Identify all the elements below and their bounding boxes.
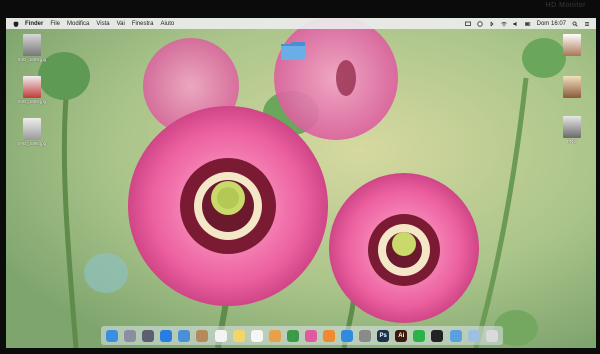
notes-icon[interactable] bbox=[232, 329, 245, 342]
facetime-icon[interactable] bbox=[286, 329, 299, 342]
battery-icon[interactable] bbox=[524, 21, 531, 27]
folder-icon[interactable] bbox=[449, 329, 462, 342]
folder-icon[interactable] bbox=[280, 40, 306, 62]
preferences-icon[interactable] bbox=[359, 329, 372, 342]
menu-app-finder[interactable]: Finder bbox=[25, 21, 43, 27]
image-thumbnail-icon bbox=[23, 118, 41, 140]
wifi-icon[interactable] bbox=[500, 21, 507, 27]
mail-icon[interactable] bbox=[178, 329, 191, 342]
rocket-icon[interactable] bbox=[142, 329, 155, 342]
apple-menu-icon[interactable] bbox=[12, 20, 20, 28]
volume-icon[interactable] bbox=[513, 21, 519, 27]
menu-vai[interactable]: Vai bbox=[117, 21, 125, 27]
desktop-file-label: PNG bbox=[567, 139, 577, 144]
display-icon[interactable] bbox=[464, 21, 471, 27]
launchpad-icon[interactable] bbox=[124, 329, 137, 342]
image-thumbnail-icon bbox=[23, 76, 41, 98]
desktop-file-label: IMG_1696.jpg bbox=[17, 141, 47, 146]
desktop-file-label: IMG_1699.jpg bbox=[17, 57, 47, 62]
menu-clock[interactable]: Dom 16:07 bbox=[537, 21, 566, 27]
menu-vista[interactable]: Vista bbox=[96, 21, 109, 27]
desktop-file-icon[interactable] bbox=[552, 34, 592, 56]
poppy-wallpaper bbox=[6, 18, 596, 348]
calendar-icon[interactable] bbox=[214, 329, 227, 342]
desktop-file-icon[interactable]: IMG_1699.jpg bbox=[12, 34, 52, 62]
desktop-file-icon[interactable]: IMG_1698.jpg bbox=[12, 76, 52, 104]
desktop-file-label: IMG_1698.jpg bbox=[17, 99, 47, 104]
dock: Ps Ai bbox=[101, 326, 503, 345]
appstore-icon[interactable] bbox=[341, 329, 354, 342]
menu-file[interactable]: File bbox=[50, 21, 60, 27]
whatsapp-icon[interactable] bbox=[413, 329, 426, 342]
desktop-file-icon[interactable]: IMG_1696.jpg bbox=[12, 118, 52, 146]
image-thumbnail-icon bbox=[563, 76, 581, 98]
desktop-file-icon[interactable] bbox=[552, 76, 592, 98]
safari-icon[interactable] bbox=[160, 329, 173, 342]
status-area: Dom 16:07 bbox=[464, 20, 590, 27]
notification-center-icon[interactable] bbox=[584, 21, 590, 27]
finder-icon[interactable] bbox=[106, 329, 119, 342]
image-thumbnail-icon bbox=[23, 34, 41, 56]
menu-modifica[interactable]: Modifica bbox=[67, 21, 89, 27]
photoshop-icon[interactable]: Ps bbox=[377, 329, 390, 342]
ibooks-icon[interactable] bbox=[322, 329, 335, 342]
menu-aiuto[interactable]: Aiuto bbox=[161, 21, 175, 27]
reminders-icon[interactable] bbox=[250, 329, 263, 342]
menu-finestra[interactable]: Finestra bbox=[132, 21, 154, 27]
spotlight-search-icon[interactable] bbox=[572, 20, 578, 27]
illustrator-icon[interactable]: Ai bbox=[395, 329, 408, 342]
bluetooth-icon[interactable] bbox=[489, 21, 495, 27]
itunes-icon[interactable] bbox=[304, 329, 317, 342]
desktop-file-icon[interactable]: PNG bbox=[552, 116, 592, 144]
menu-bar: Finder File Modifica Vista Vai Finestra … bbox=[6, 18, 596, 29]
image-thumbnail-icon bbox=[563, 116, 581, 138]
image-thumbnail-icon bbox=[563, 34, 581, 56]
terminal-icon[interactable] bbox=[431, 329, 444, 342]
desktop-screen: Finder File Modifica Vista Vai Finestra … bbox=[6, 18, 596, 348]
downloads-icon[interactable] bbox=[467, 329, 480, 342]
photos-icon[interactable] bbox=[268, 329, 281, 342]
trash-icon[interactable] bbox=[485, 329, 498, 342]
time-machine-icon[interactable] bbox=[476, 20, 483, 27]
contacts-icon[interactable] bbox=[196, 329, 209, 342]
monitor-label: HD Monitor bbox=[545, 2, 586, 9]
